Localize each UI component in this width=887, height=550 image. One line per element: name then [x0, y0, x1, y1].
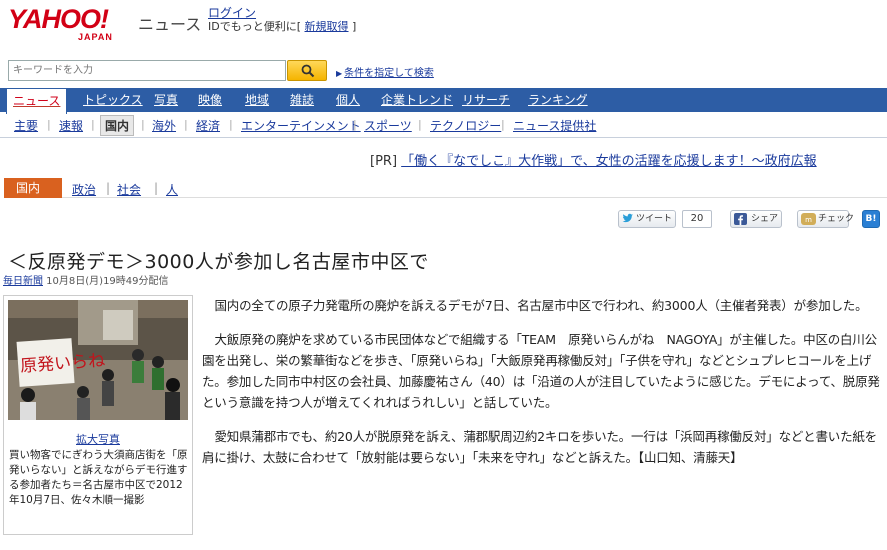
- article-body: 国内の全ての原子力発電所の廃炉を訴えるデモが7日、名古屋市中区で行われ、約300…: [202, 295, 880, 481]
- mixi-check-icon: m: [801, 213, 816, 225]
- main-nav-video[interactable]: 映像: [198, 88, 222, 112]
- main-nav-business-trend[interactable]: 企業トレンド: [381, 88, 453, 112]
- article-photo[interactable]: 原発いらね: [8, 300, 188, 420]
- pr-banner: [PR] 「働く『なでしこ』大作戦」で、女性の活躍を応援します！～政府広報: [370, 150, 817, 169]
- category-politics[interactable]: 政治: [72, 181, 96, 198]
- main-nav-topics[interactable]: トピックス: [83, 88, 143, 112]
- divider: |: [91, 118, 95, 131]
- photo-caption: 買い物客でにぎわう大須商店街を「原発いらない」と訴えながらデモ行進する参加者たち…: [9, 449, 188, 506]
- sub-nav-providers[interactable]: ニュース提供社: [513, 117, 596, 134]
- tweet-label: ツイート: [636, 214, 673, 224]
- category-people[interactable]: 人: [166, 181, 178, 198]
- category-active[interactable]: 国内: [4, 178, 62, 198]
- search-icon: [301, 64, 315, 78]
- main-nav-ranking[interactable]: ランキング: [528, 88, 588, 112]
- divider: |: [184, 118, 188, 131]
- sub-nav-breaking[interactable]: 速報: [59, 117, 83, 134]
- main-nav-individual[interactable]: 個人: [336, 88, 360, 112]
- search-input[interactable]: [8, 60, 286, 81]
- article-paragraph: 国内の全ての原子力発電所の廃炉を訴えるデモが7日、名古屋市中区で行われ、約300…: [214, 298, 868, 313]
- sub-nav-world[interactable]: 海外: [152, 117, 176, 134]
- divider: |: [141, 118, 145, 131]
- signup-link[interactable]: 新規取得: [305, 20, 349, 33]
- logo-sub: JAPAN: [78, 32, 113, 42]
- demo-photo-illustration: 原発いらね: [8, 300, 188, 420]
- main-nav-magazine[interactable]: 雑誌: [290, 88, 314, 112]
- tweet-count: 20: [682, 210, 712, 228]
- pr-tag: [PR]: [370, 154, 402, 169]
- main-nav-photos[interactable]: 写真: [154, 88, 178, 112]
- share-label: シェア: [751, 214, 779, 224]
- divider: |: [353, 118, 357, 131]
- divider: |: [229, 118, 233, 131]
- login-subtext: IDでもっと便利に[ 新規取得 ]: [208, 20, 357, 33]
- logo-text: YAHOO!: [8, 4, 109, 34]
- source-link[interactable]: 毎日新聞: [3, 276, 43, 287]
- main-nav: ニュース トピックス 写真 映像 地域 雑誌 個人 企業トレンド リサーチ ラン…: [0, 88, 887, 114]
- article-paragraph: 大飯原発の廃炉を求めている市民団体などで組織する「TEAM 原発いらんがね NA…: [202, 332, 880, 410]
- pr-link[interactable]: 「働く『なでしこ』大作戦」で、女性の活躍を応援します！～政府広報: [401, 154, 816, 169]
- photo-box: 原発いらね 拡大写真 買い物客でにぎわう大須商店街を「原発いらない」と訴えながら…: [3, 295, 193, 535]
- main-nav-news[interactable]: ニュース: [6, 88, 68, 114]
- article-paragraph: 愛知県蒲郡市でも、約20人が脱原発を訴え、蒲郡駅周辺約2キロを歩いた。一行は「浜…: [202, 429, 877, 465]
- facebook-icon: [734, 213, 747, 225]
- enlarge-photo-link[interactable]: 拡大写真: [76, 433, 120, 446]
- divider: |: [501, 118, 505, 131]
- sub-nav-entertainment[interactable]: エンターテインメント: [241, 117, 361, 134]
- arrow-right-icon: ▶: [336, 69, 343, 78]
- divider: |: [47, 118, 51, 131]
- divider: |: [418, 118, 422, 131]
- sub-nav-sports[interactable]: スポーツ: [364, 117, 412, 134]
- check-label: チェック: [818, 214, 855, 224]
- yahoo-japan-logo[interactable]: YAHOO! JAPAN: [8, 4, 133, 43]
- main-nav-local[interactable]: 地域: [245, 88, 269, 112]
- service-name: ニュース: [138, 15, 202, 34]
- category-society[interactable]: 社会: [117, 181, 141, 198]
- article-title: ＜反原発デモ＞3000人が参加し名古屋市中区で: [8, 251, 429, 273]
- mixi-check-button[interactable]: m チェック: [797, 210, 854, 228]
- sub-nav-domestic[interactable]: 国内: [100, 115, 135, 136]
- sub-nav-technology[interactable]: テクノロジー: [430, 117, 501, 134]
- header: YAHOO! JAPAN ニュース ログイン IDでもっと便利に[ 新規取得 ]: [0, 0, 887, 50]
- sub-nav-economy[interactable]: 経済: [196, 117, 220, 134]
- sub-nav: 主要 | 速報 | 国内 | 海外 | 経済 | エンターテインメント | スポ…: [0, 112, 887, 138]
- sub-nav-main[interactable]: 主要: [14, 117, 38, 134]
- advanced-search-link[interactable]: 条件を指定して検索: [344, 68, 434, 79]
- svg-text:m: m: [805, 216, 812, 224]
- hatena-bookmark-button[interactable]: B!: [862, 210, 880, 228]
- byline: 毎日新聞 10月8日(月)19時49分配信: [3, 272, 169, 287]
- publish-date: 10月8日(月)19時49分配信: [43, 276, 169, 287]
- tweet-button[interactable]: ツイート: [618, 210, 676, 228]
- main-nav-research[interactable]: リサーチ: [462, 88, 510, 112]
- twitter-bird-icon: [622, 213, 633, 223]
- facebook-share-button[interactable]: シェア: [730, 210, 782, 228]
- divider: |: [154, 181, 159, 195]
- search-button[interactable]: [287, 60, 327, 81]
- divider: |: [106, 181, 111, 195]
- category-bar: 国内 政治 | 社会 | 人: [4, 178, 887, 198]
